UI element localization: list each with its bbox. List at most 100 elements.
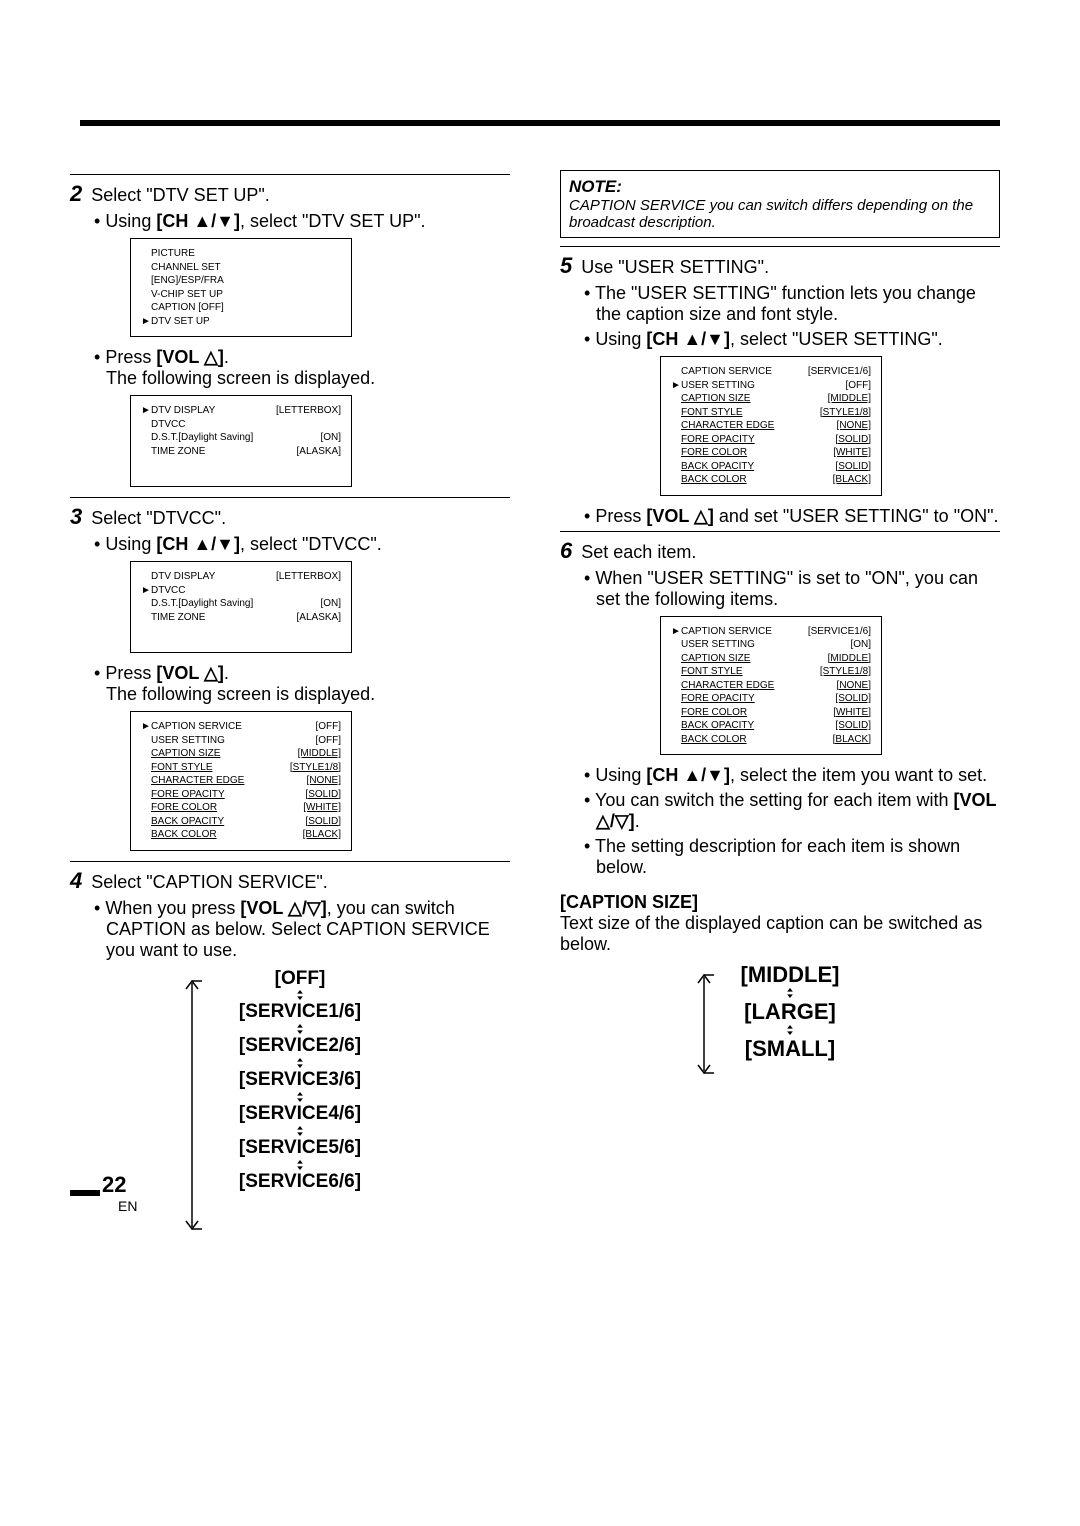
step-6-title: 6 Set each item. (560, 538, 1000, 564)
osd-menu-value: [SOLID] (835, 692, 871, 706)
button-ref: [VOL △/▽] (240, 898, 326, 918)
text: When "USER SETTING" is set to "ON", you … (595, 568, 978, 609)
osd-menu-label: TIME ZONE (151, 611, 205, 625)
manual-page: 2 Select "DTV SET UP". Using [CH ▲/▼], s… (0, 0, 1080, 1240)
osd-menu-label: V-CHIP SET UP (151, 288, 223, 302)
osd-menu-row: DTV DISPLAY[LETTERBOX] (141, 570, 341, 584)
bullet: Using [CH ▲/▼], select the item you want… (584, 765, 1000, 786)
step-text: Use "USER SETTING". (581, 257, 769, 277)
osd-menu-label: FORE COLOR (681, 446, 747, 460)
step-2-title: 2 Select "DTV SET UP". (70, 181, 510, 207)
osd-menu-label: BACK OPACITY (681, 460, 754, 474)
caption-size-heading: [CAPTION SIZE] (560, 892, 1000, 913)
text: . (224, 663, 229, 683)
osd-menu-label: USER SETTING (151, 734, 225, 748)
osd-menu-row: ►DTV DISPLAY[LETTERBOX] (141, 404, 341, 418)
step-2-bullets: Using [CH ▲/▼], select "DTV SET UP". (94, 211, 510, 232)
osd-menu-row: ►DTV SET UP (141, 315, 341, 329)
section-rule (70, 497, 510, 498)
osd-menu-value: [SOLID] (835, 719, 871, 733)
note-title: NOTE: (569, 177, 991, 197)
osd-menu-label: BACK COLOR (681, 733, 747, 747)
osd-menu-label: CAPTION SERVICE (681, 365, 772, 379)
osd-menu-box: ►DTV DISPLAY[LETTERBOX]DTVCCD.S.T.[Dayli… (130, 395, 352, 487)
up-down-arrow-icon (720, 1023, 860, 1037)
osd-menu-value: [SOLID] (835, 433, 871, 447)
osd-menu-label: BACK OPACITY (681, 719, 754, 733)
button-ref: [CH ▲/▼] (646, 765, 730, 785)
osd-menu-row: ►USER SETTING[OFF] (671, 379, 871, 393)
up-down-arrow-icon (210, 1090, 390, 1104)
osd-menu-row: USER SETTING[ON] (671, 638, 871, 652)
two-column-layout: 2 Select "DTV SET UP". Using [CH ▲/▼], s… (70, 170, 1010, 1200)
text: The setting description for each item is… (595, 836, 960, 877)
bullet: Using [CH ▲/▼], select "DTV SET UP". (94, 211, 510, 232)
osd-menu-label: BACK COLOR (151, 828, 217, 842)
text: Press (105, 347, 156, 367)
text: Using (595, 765, 646, 785)
osd-menu-row: CAPTION SIZE[MIDDLE] (671, 392, 871, 406)
osd-menu-label: BACK OPACITY (151, 815, 224, 829)
osd-menu-row: FONT STYLE[STYLE1/8] (671, 406, 871, 420)
text: The "USER SETTING" function lets you cha… (595, 283, 976, 324)
osd-menu-label: FORE OPACITY (681, 692, 755, 706)
osd-menu-value: [OFF] (315, 720, 341, 734)
flow-item: [SERVICE1/6] (210, 1002, 390, 1022)
osd-menu-row: FORE COLOR[WHITE] (671, 706, 871, 720)
text: When you press (105, 898, 240, 918)
text: The following screen is displayed. (106, 684, 375, 704)
caption-size-text: Text size of the displayed caption can b… (560, 913, 1000, 955)
text: You can switch the setting for each item… (595, 790, 954, 810)
text: , select the item you want to set. (730, 765, 987, 785)
step-5-title: 5 Use "USER SETTING". (560, 253, 1000, 279)
step-4-bullets: When you press [VOL △/▽], you can switch… (94, 898, 510, 961)
osd-menu-value: [WHITE] (833, 446, 871, 460)
step-text: Select "DTV SET UP". (91, 185, 270, 205)
selection-indicator-icon: ► (141, 584, 151, 598)
osd-menu-label: FORE COLOR (151, 801, 217, 815)
section-rule (70, 174, 510, 175)
osd-menu-row: BACK OPACITY [SOLID] (671, 719, 871, 733)
step-number: 6 (560, 538, 572, 563)
osd-menu-row: BACK OPACITY[SOLID] (671, 460, 871, 474)
osd-menu-value: [LETTERBOX] (276, 404, 341, 418)
step-2-bullets-2: Press [VOL △]. The following screen is d… (94, 347, 510, 389)
flow-item: [OFF] (210, 969, 390, 989)
osd-menu-row: BACK COLOR[BLACK] (671, 733, 871, 747)
bullet: When you press [VOL △/▽], you can switch… (94, 898, 510, 961)
osd-menu-value: [ON] (850, 638, 871, 652)
flow-item: [SERVICE4/6] (210, 1104, 390, 1124)
button-ref: [VOL △] (646, 506, 714, 526)
selection-indicator-icon: ► (141, 404, 151, 418)
bullet: Press [VOL △]. The following screen is d… (94, 347, 510, 389)
up-down-arrow-icon (210, 988, 390, 1002)
section-rule (560, 246, 1000, 247)
step-number: 5 (560, 253, 572, 278)
osd-menu-label: FONT STYLE (681, 665, 743, 679)
osd-menu-row: CHANNEL SET (141, 261, 341, 275)
step-number: 4 (70, 868, 82, 893)
osd-menu-row: ►DTVCC (141, 584, 341, 598)
note-text: CAPTION SERVICE you can switch differs d… (569, 197, 991, 231)
osd-menu-label: CAPTION SERVICE (681, 625, 772, 639)
osd-menu-row: ►CAPTION SERVICE[SERVICE1/6] (671, 625, 871, 639)
osd-menu-label: DTV DISPLAY (151, 570, 215, 584)
step-3-bullets: Using [CH ▲/▼], select "DTVCC". (94, 534, 510, 555)
step-4-title: 4 Select "CAPTION SERVICE". (70, 868, 510, 894)
bullet: Press [VOL △] and set "USER SETTING" to … (584, 506, 1000, 527)
osd-menu-value: [SOLID] (305, 788, 341, 802)
osd-menu-label: CAPTION SIZE (681, 652, 750, 666)
osd-menu-label: D.S.T.[Daylight Saving] (151, 431, 253, 445)
page-bar-icon (70, 1190, 100, 1196)
page-lang: EN (118, 1198, 137, 1214)
osd-menu-value: [WHITE] (833, 706, 871, 720)
osd-menu-label: DTVCC (151, 418, 185, 432)
text: , select "DTV SET UP". (240, 211, 426, 231)
osd-menu-value: [ALASKA] (297, 611, 341, 625)
flow-item: [SMALL] (720, 1037, 860, 1060)
bullet: Using [CH ▲/▼], select "DTVCC". (94, 534, 510, 555)
step-number: 2 (70, 181, 82, 206)
osd-menu-row: DTVCC (141, 418, 341, 432)
osd-menu-row: ►CAPTION SERVICE[OFF] (141, 720, 341, 734)
osd-menu-value: [SERVICE1/6] (808, 365, 871, 379)
